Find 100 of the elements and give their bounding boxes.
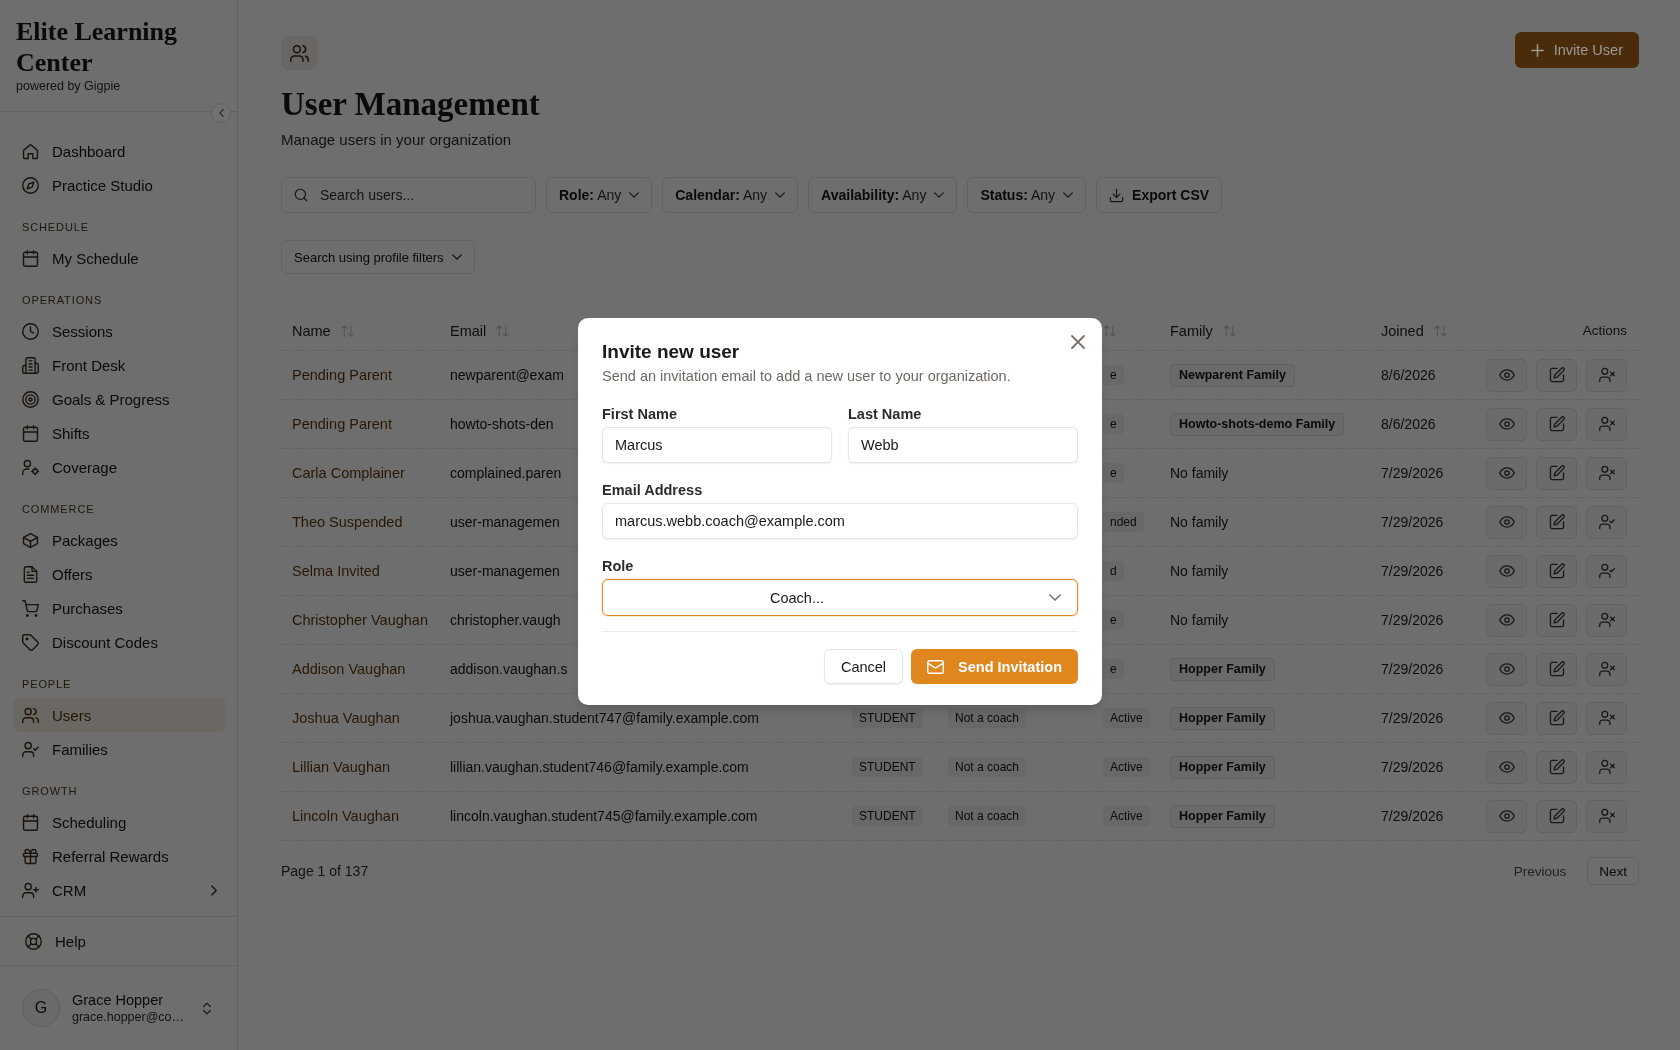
eye-icon — [1498, 514, 1515, 530]
edit-button[interactable] — [1536, 603, 1577, 637]
deactivate-button[interactable] — [1586, 701, 1627, 735]
text-field[interactable]: Webb — [848, 427, 1078, 463]
view-button[interactable] — [1486, 505, 1527, 539]
user-name-link[interactable]: Lillian Vaughan — [292, 759, 391, 775]
chevron-down-icon — [629, 192, 640, 198]
joined-date: 7/29/2026 — [1381, 710, 1444, 726]
email-text: newparent@exam — [450, 367, 564, 383]
nav-item[interactable]: Discount Codes — [13, 625, 226, 659]
email-field[interactable]: marcus.webb.coach@example.com — [602, 503, 1078, 539]
nav-item[interactable]: Scheduling — [13, 805, 226, 839]
user-name-link[interactable]: Lincoln Vaughan — [292, 808, 399, 824]
column-header[interactable]: Name — [292, 322, 331, 339]
pencil-square-icon — [1548, 612, 1565, 628]
edit-button[interactable] — [1536, 799, 1577, 833]
user-name-link[interactable]: Pending Parent — [292, 367, 392, 383]
status-badge: e — [1103, 463, 1124, 483]
edit-button[interactable] — [1536, 701, 1577, 735]
user-name-link[interactable]: Addison Vaughan — [292, 661, 406, 677]
activate-button[interactable] — [1586, 505, 1627, 539]
status-badge: e — [1103, 659, 1124, 679]
column-header[interactable]: Email — [450, 322, 487, 339]
invite-user-button[interactable]: Invite User — [1514, 32, 1639, 68]
person-x-icon — [1598, 808, 1615, 824]
close-icon — [1071, 335, 1085, 349]
nav-item[interactable]: Referral Rewards — [13, 839, 226, 873]
view-button[interactable] — [1486, 652, 1527, 686]
close-button[interactable] — [1071, 335, 1085, 349]
user-name-link[interactable]: Joshua Vaughan — [292, 710, 400, 726]
deactivate-button[interactable] — [1586, 750, 1627, 784]
filter-dropdown[interactable]: Status: Any — [967, 177, 1087, 213]
text-field[interactable]: Marcus — [602, 427, 832, 463]
nav-item[interactable]: My Schedule — [13, 241, 226, 275]
nav-item[interactable]: CRM — [13, 873, 226, 907]
filter-dropdown[interactable]: Role: Any — [546, 177, 653, 213]
view-button[interactable] — [1486, 554, 1527, 588]
nav-item[interactable]: Goals & Progress — [13, 382, 226, 416]
user-name-link[interactable]: Pending Parent — [292, 416, 392, 432]
pencil-square-icon — [1548, 416, 1565, 432]
eye-icon — [1498, 808, 1515, 824]
profile-filters-dropdown[interactable]: Search using profile filters — [281, 240, 475, 274]
view-button[interactable] — [1486, 358, 1527, 392]
eye-icon — [1498, 465, 1515, 481]
view-button[interactable] — [1486, 750, 1527, 784]
deactivate-button[interactable] — [1586, 799, 1627, 833]
edit-button[interactable] — [1536, 652, 1577, 686]
filter-dropdown[interactable]: Availability: Any — [808, 177, 958, 213]
nav-item[interactable]: Sessions — [13, 314, 226, 348]
deactivate-button[interactable] — [1586, 603, 1627, 637]
user-name-link[interactable]: Carla Complainer — [292, 465, 405, 481]
status-badge: d — [1103, 561, 1124, 581]
edit-button[interactable] — [1536, 456, 1577, 490]
export-button[interactable]: Export CSV — [1096, 177, 1223, 213]
chevron-right-icon — [211, 884, 217, 896]
edit-button[interactable] — [1536, 505, 1577, 539]
help-link[interactable]: Help — [13, 924, 226, 958]
view-button[interactable] — [1486, 456, 1527, 490]
role-select[interactable]: Coach... — [602, 579, 1078, 616]
view-button[interactable] — [1486, 799, 1527, 833]
nav-item[interactable]: Shifts — [13, 416, 226, 450]
nav-item[interactable]: Purchases — [13, 591, 226, 625]
column-header[interactable]: Joined — [1381, 322, 1424, 339]
joined-date: 7/29/2026 — [1381, 514, 1444, 530]
view-button[interactable] — [1486, 701, 1527, 735]
edit-button[interactable] — [1536, 750, 1577, 784]
nav-item[interactable]: Users — [13, 698, 226, 732]
joined-date: 8/6/2026 — [1381, 416, 1436, 432]
user-name-link[interactable]: Selma Invited — [292, 563, 380, 579]
nav-item[interactable]: Coverage — [13, 450, 226, 484]
nav-item[interactable]: Practice Studio — [13, 168, 226, 202]
edit-button[interactable] — [1536, 358, 1577, 392]
deactivate-button[interactable] — [1586, 456, 1627, 490]
filter-dropdown[interactable]: Calendar: Any — [662, 177, 799, 213]
status-badge: Active — [1103, 806, 1150, 826]
activate-button[interactable] — [1586, 554, 1627, 588]
nav-item[interactable]: Dashboard — [13, 134, 226, 168]
view-button[interactable] — [1486, 407, 1527, 441]
nav-item[interactable]: Front Desk — [13, 348, 226, 382]
field-label: First Name — [602, 405, 678, 424]
deactivate-button[interactable] — [1586, 358, 1627, 392]
edit-button[interactable] — [1536, 554, 1577, 588]
nav-item[interactable]: Offers — [13, 557, 226, 591]
nav-item[interactable]: Families — [13, 732, 226, 766]
user-name-link[interactable]: Christopher Vaughan — [292, 612, 428, 628]
deactivate-button[interactable] — [1586, 652, 1627, 686]
user-name-link[interactable]: Theo Suspended — [292, 514, 403, 530]
brand-tagline: powered by Gigpie — [16, 78, 122, 94]
column-header[interactable]: Family — [1170, 322, 1213, 339]
edit-button[interactable] — [1536, 407, 1577, 441]
next-button[interactable]: Next — [1587, 857, 1639, 885]
email-text: user-managemen — [450, 563, 560, 579]
cancel-button[interactable]: Cancel — [823, 649, 904, 684]
search-field[interactable]: Search users... — [281, 177, 536, 213]
view-button[interactable] — [1486, 603, 1527, 637]
collapse-button[interactable] — [211, 103, 231, 123]
send-button[interactable]: Send Invitation — [911, 649, 1078, 684]
email-text: addison.vaughan.s — [450, 661, 568, 677]
deactivate-button[interactable] — [1586, 407, 1627, 441]
nav-item[interactable]: Packages — [13, 523, 226, 557]
